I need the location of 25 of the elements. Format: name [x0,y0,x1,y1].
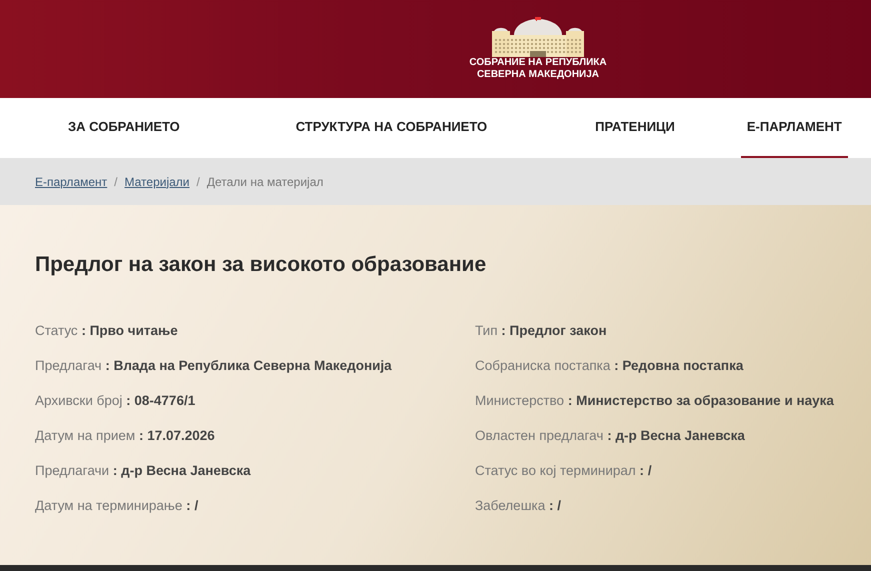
detail-field: Тип : Предлог закон [475,320,834,340]
nav-tab[interactable]: ЗА СОБРАНИЕТО [62,98,186,158]
detail-field: Датум на терминирање : / [35,496,475,516]
detail-field: Датум на прием : 17.07.2026 [35,426,475,446]
detail-field: Статус во кој терминирал : / [475,460,834,480]
logo-text: СЕВЕРНА МАКЕДОНИЈА [476,69,600,81]
detail-field: Забелешка : / [475,496,834,516]
nav-tab[interactable]: ПРАТЕНИЦИ [589,98,681,158]
breadcrumb-separator: / [114,174,118,190]
detail-field: Предлагачи : д-р Весна Јаневска [35,460,475,480]
detail-field: Овластен предлагач : д-р Весна Јаневска [475,426,834,446]
detail-field: Собраниска постапка : Редовна постапка [475,356,834,376]
breadcrumb-link[interactable]: Материјали [124,172,190,190]
nav-tab[interactable]: СТРУКТУРА НА СОБРАНИЕТО [290,98,494,158]
breadcrumb-current: Детали на материјал [206,174,324,190]
site-logo[interactable]: СОБРАНИЕ НА РЕПУБЛИКА СЕВЕРНА МАКЕДОНИЈА [469,17,607,81]
detail-field: Статус : Прво читање [35,320,475,340]
logo-text: СОБРАНИЕ НА РЕПУБЛИКА [469,57,607,69]
page-title: Предлог на закон за високото образование [35,252,488,278]
detail-field: Архивски број : 08-4776/1 [35,390,475,410]
parliament-building-icon [490,17,586,57]
detail-field: Предлагач : Влада на Република Северна Македонија [35,356,475,376]
breadcrumb-link[interactable]: Е-парламент [35,172,108,190]
breadcrumb-separator: / [196,174,200,190]
detail-field: Министерство : Министерство за образование и наука [475,390,834,410]
